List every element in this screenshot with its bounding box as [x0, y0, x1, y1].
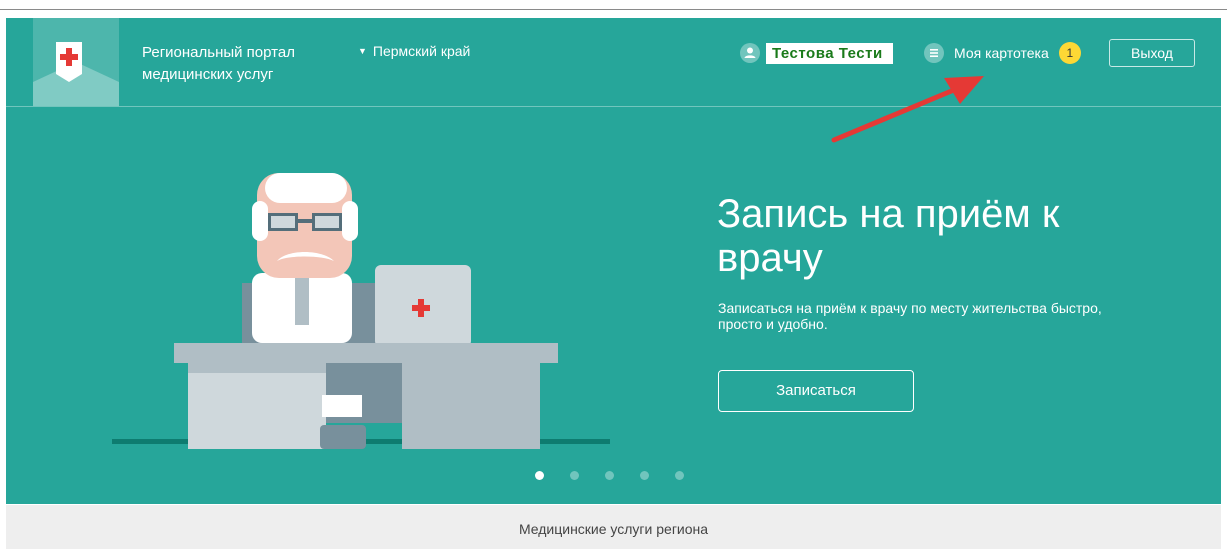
hero-banner: Региональный портал медицинских услуг ▼ П… [6, 18, 1221, 504]
user-name: Тестова Тести [766, 42, 893, 64]
slider-dots [535, 471, 710, 480]
brand-line-2: медицинских услуг [142, 66, 274, 83]
notification-badge: 1 [1058, 42, 1081, 64]
doctor-illustration [112, 173, 610, 449]
site-header: Региональный портал медицинских услуг ▼ П… [6, 18, 1221, 107]
regional-services-heading: Медицинские услуги региона [6, 505, 1221, 549]
my-cards-link[interactable]: Моя картотека 1 [924, 42, 1081, 64]
hero-title: Запись на приём к врачу [717, 192, 1060, 280]
user-icon [740, 43, 760, 63]
logout-button[interactable]: Выход [1109, 39, 1195, 67]
medical-cross-shield-icon [33, 42, 119, 106]
slider-dot-5[interactable] [675, 471, 684, 480]
portal-logo[interactable] [33, 18, 119, 106]
hero-description: Записаться на приём к врачу по месту жит… [718, 300, 1102, 332]
slider-dot-2[interactable] [570, 471, 579, 480]
annotation-arrow-icon [831, 76, 984, 143]
browser-top-strip [0, 0, 1227, 18]
my-cards-label: Моя картотека [954, 45, 1049, 61]
slider-dot-3[interactable] [605, 471, 614, 480]
book-appointment-button[interactable]: Записаться [718, 370, 914, 412]
triangle-down-icon: ▼ [358, 46, 367, 56]
user-profile[interactable]: Тестова Тести [740, 42, 893, 64]
list-icon [924, 43, 944, 63]
divider [0, 9, 1227, 10]
slider-dot-4[interactable] [640, 471, 649, 480]
region-label: Пермский край [372, 43, 471, 59]
brand-line-1: Региональный портал [142, 44, 295, 61]
slider-dot-1[interactable] [535, 471, 544, 480]
portal-brand-name[interactable]: Региональный портал медицинских услуг [142, 42, 295, 86]
region-selector[interactable]: ▼ Пермский край [358, 43, 470, 59]
